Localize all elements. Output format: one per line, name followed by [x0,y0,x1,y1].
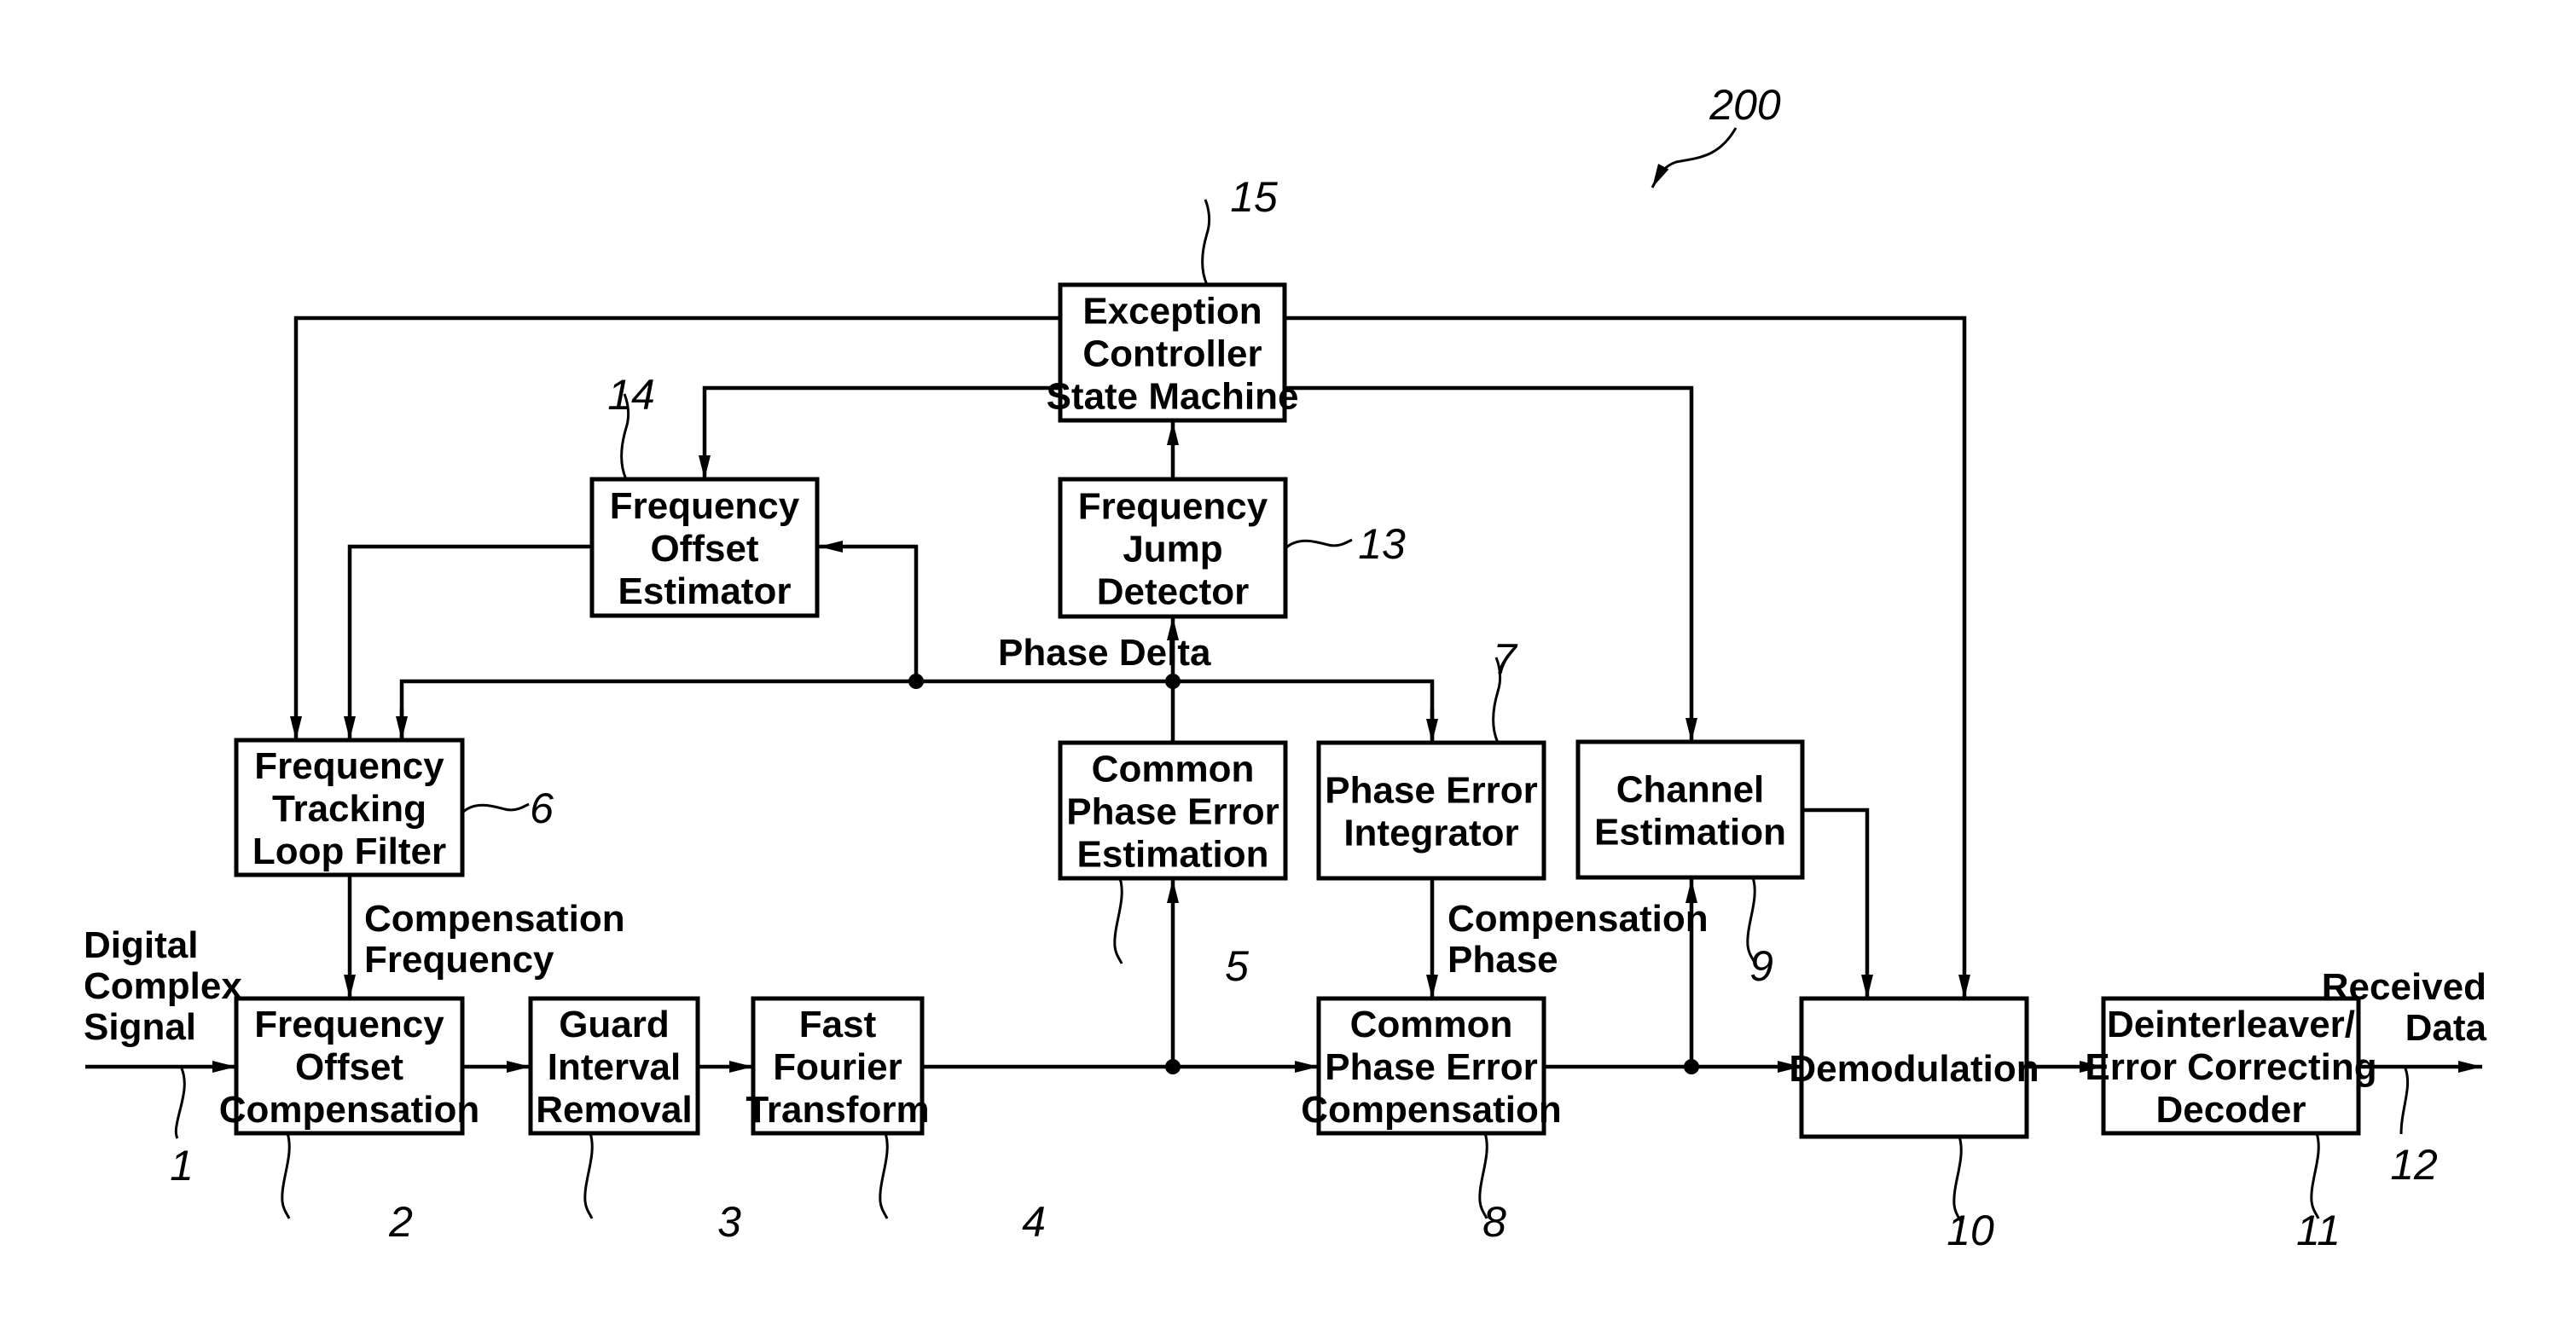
block-exception-controller: ExceptionControllerState Machine 15 [1047,173,1299,423]
block-ref-numeral: 13 [1358,520,1406,568]
block-label-line: Deinterleaver/ [2107,1004,2355,1045]
wire-15-to-9 [1285,385,1697,742]
block-label-line: Frequency [1078,486,1268,528]
block-ref-numeral: 2 [388,1198,413,1246]
leader-line [2399,1068,2410,1135]
block-label-line: Estimation [1077,834,1269,876]
input-ref: 1 [170,1142,194,1190]
block-label-line: Compensation [1301,1089,1562,1131]
block-label-line: Detector [1097,571,1250,613]
junction-dot [908,674,924,689]
output-label-line: Received [2322,966,2486,1008]
block-label-line: Phase Error [1325,1046,1537,1088]
block-label-line: Compensation [219,1089,480,1131]
block-label-line: Error Correcting [2085,1046,2376,1088]
leader-line [1201,199,1211,286]
leader-line [879,1132,889,1219]
block-label-line: Phase Error [1325,770,1537,812]
wire-9-to-10 [1802,808,1873,999]
compensation-phase-label: Compensation [1448,898,1709,940]
block-label-line: Frequency [254,745,444,787]
block-label-line: Controller [1082,333,1262,375]
leader-line [281,1132,291,1219]
block-label-line: Loop Filter [252,831,446,872]
output-ref: 12 [2390,1141,2438,1189]
block-label-line: Tracking [272,788,426,830]
block-common-phase-error-compensation: CommonPhase ErrorCompensation 8 [1301,996,1562,1246]
block-label-line: Guard [559,1004,670,1045]
leader-line [2310,1132,2320,1219]
wire-14-to-6 [344,544,592,740]
block-ref-numeral: 7 [1493,635,1518,683]
phase-delta-label: Phase Delta [998,632,1211,674]
reference-numerals: 200 1 12 [170,81,2438,1190]
block-frequency-tracking-loop-filter: FrequencyTrackingLoop Filter 6 [234,738,554,877]
block-label-line: Jump [1123,529,1222,570]
block-label-line: Common [1350,1004,1513,1045]
block-frequency-jump-detector: FrequencyJumpDetector 13 [1058,477,1406,619]
compensation-frequency-label: Compensation [364,898,625,940]
input-label-line: Complex [84,965,242,1007]
block-label-line: Demodulation [1789,1048,2039,1090]
block-label-line: Offset [295,1046,403,1088]
input-label-line: Digital [84,924,198,966]
block-ref-numeral: 11 [2296,1207,2341,1254]
figure-ref: 200 [1709,81,1781,129]
block-label-line: Fourier [773,1046,902,1088]
block-label-line: Common [1092,749,1255,790]
block-label-line: Exception [1082,291,1262,333]
compensation-frequency-label: Frequency [364,939,554,981]
output-label-line: Data [2405,1007,2487,1049]
block-label-line: Estimator [618,570,792,612]
block-ref-numeral: 9 [1749,942,1773,990]
block-label-line: Frequency [254,1004,444,1045]
block-ref-numeral: 8 [1482,1198,1506,1246]
block-label-line: Integrator [1343,813,1518,854]
leader-line [1284,538,1353,550]
block-label-line: Channel [1616,769,1765,811]
block-ref-numeral: 6 [530,784,554,832]
block-freq-offset-compensation: FrequencyOffsetCompensation 2 [219,996,480,1246]
compensation-phase-label: Phase [1448,939,1558,981]
leader-line [583,1132,594,1219]
block-label-line: Transform [746,1089,929,1131]
junction-dot [1684,1059,1699,1074]
block-label-line: Fast [799,1004,877,1045]
block-label-line: Estimation [1594,812,1786,854]
block-deinterleaver-decoder: Deinterleaver/Error CorrectingDecoder 11 [2085,996,2377,1254]
wire-bus-to-14 [819,541,919,681]
phase-delta-bus [399,679,1435,739]
blocks: FrequencyOffsetCompensation2GuardInterva… [219,173,2377,1254]
block-label-line: State Machine [1047,376,1299,418]
wire-15-to-10 [1285,315,1970,999]
block-ref-numeral: 5 [1225,942,1249,990]
block-diagram: FrequencyOffsetCompensation2GuardInterva… [84,81,2487,1254]
block-ref-numeral: 14 [607,371,655,419]
wire-15-to-14 [699,385,1060,479]
block-demodulation: Demodulation 10 [1789,996,2039,1254]
block-phase-error-integrator: Phase ErrorIntegrator 7 [1316,635,1546,881]
block-label-line: Phase Error [1066,791,1279,833]
block-ref-numeral: 15 [1230,173,1278,221]
block-label-line: Interval [548,1046,682,1088]
leader-line [1113,877,1123,964]
block-label-line: Removal [536,1089,692,1131]
input-label-line: Signal [84,1006,196,1048]
block-label-line: Decoder [2155,1089,2306,1131]
block-fast-fourier-transform: FastFourierTransform 4 [746,996,1046,1246]
block-ref-numeral: 4 [1022,1198,1046,1246]
block-ref-numeral: 10 [1947,1207,1994,1254]
junction-dot [1165,1059,1181,1074]
figure-ref-arrow [1651,127,1738,188]
block-label-line: Frequency [610,485,800,527]
leader-line [461,802,530,814]
block-label-line: Offset [650,528,758,570]
leader-line [174,1068,186,1139]
block-ref-numeral: 3 [717,1198,741,1246]
block-guard-interval-removal: GuardIntervalRemoval 3 [528,996,741,1246]
